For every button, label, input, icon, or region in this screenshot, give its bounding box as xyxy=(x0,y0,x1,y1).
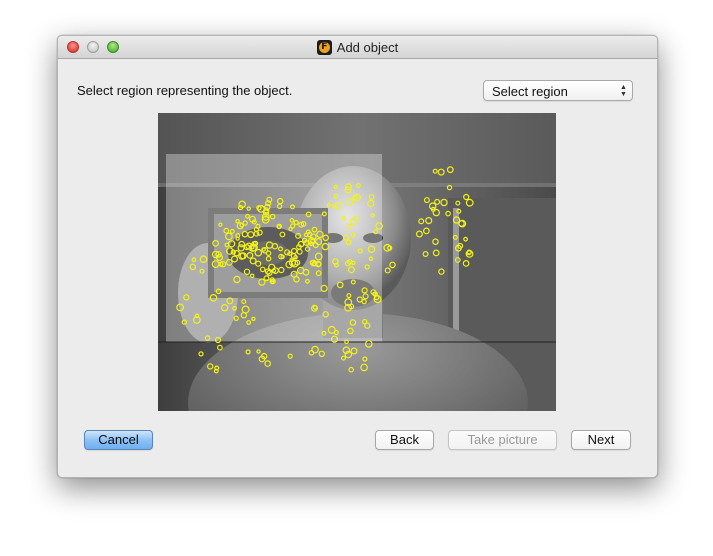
mode-select-value: Select region xyxy=(492,84,568,99)
next-button[interactable]: Next xyxy=(571,430,631,450)
back-button[interactable]: Back xyxy=(375,430,434,450)
camera-view[interactable] xyxy=(158,113,556,411)
cancel-button[interactable]: Cancel xyxy=(84,430,153,450)
app-icon-letter: F xyxy=(318,41,330,53)
take-picture-button[interactable]: Take picture xyxy=(448,430,557,450)
mode-select[interactable]: Select region ▲ ▼ xyxy=(483,80,633,101)
window-title: Add object xyxy=(336,39,399,55)
find-object-app-icon: F xyxy=(316,39,332,55)
title-bar[interactable]: F Add object xyxy=(58,36,657,59)
updown-arrows-icon: ▲ ▼ xyxy=(620,83,627,98)
instruction-label: Select region representing the object. xyxy=(77,83,293,98)
camera-frame-image[interactable] xyxy=(158,113,556,411)
window-title-group: F Add object xyxy=(58,39,657,55)
add-object-window: F Add object Select region representing … xyxy=(57,35,658,478)
